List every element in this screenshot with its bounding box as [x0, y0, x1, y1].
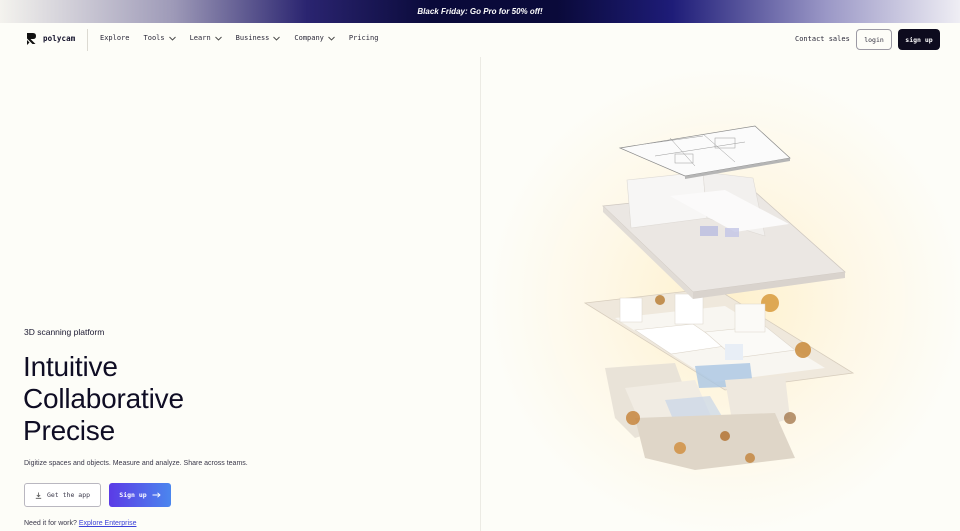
nav-item-label: Business: [235, 34, 270, 42]
3d-floor-plan-scan: [583, 125, 855, 470]
logo[interactable]: polycam: [26, 32, 75, 45]
contact-sales-link[interactable]: Contact sales: [795, 35, 850, 43]
nav-item-learn[interactable]: Learn: [190, 34, 222, 42]
top-navigation: polycam Explore Tools Learn Business Com…: [0, 23, 960, 57]
headline-line: Precise: [23, 415, 115, 446]
hero-signup-button[interactable]: Sign up: [109, 483, 171, 507]
chevron-down-icon: [328, 36, 335, 41]
polycam-logo-icon: [27, 33, 36, 45]
login-button[interactable]: login: [856, 29, 892, 50]
top-floor-plan: [618, 125, 791, 179]
hero-divider: [480, 57, 481, 531]
hero-signup-label: Sign up: [119, 491, 147, 499]
arrow-right-icon: [152, 492, 161, 498]
nav-item-company[interactable]: Company: [294, 34, 335, 42]
nav-item-pricing[interactable]: Pricing: [349, 34, 379, 42]
hero-headline: Intuitive Collaborative Precise: [23, 351, 184, 447]
nav-item-business[interactable]: Business: [236, 34, 281, 42]
headline-line: Collaborative: [23, 383, 184, 414]
middle-floor-slab: [602, 171, 846, 299]
explore-enterprise-link[interactable]: Explore Enterprise: [79, 520, 137, 527]
nav-item-label: Tools: [143, 34, 165, 42]
nav-item-label: Explore: [100, 34, 130, 42]
enterprise-prompt: Need it for work? Explore Enterprise: [24, 520, 136, 527]
get-the-app-label: Get the app: [46, 491, 91, 499]
nav-item-explore[interactable]: Explore: [100, 34, 130, 42]
lower-floor-scan: [583, 287, 855, 470]
nav-links: Explore Tools Learn Business Company Pri…: [100, 34, 378, 42]
headline-line: Intuitive: [23, 351, 118, 382]
nav-item-label: Company: [294, 34, 324, 42]
promo-banner[interactable]: Black Friday: Go Pro for 50% off!: [0, 0, 960, 23]
work-prompt-text: Need it for work?: [24, 520, 77, 527]
nav-item-label: Pricing: [348, 34, 379, 42]
promo-text[interactable]: Black Friday: Go Pro for 50% off!: [417, 7, 542, 16]
hero-subtitle: Digitize spaces and objects. Measure and…: [24, 460, 248, 467]
chevron-down-icon: [273, 36, 281, 41]
nav-signup-button[interactable]: sign up: [898, 29, 940, 50]
chevron-down-icon: [214, 36, 222, 41]
download-icon: [35, 492, 42, 499]
nav-item-label: Learn: [189, 34, 211, 42]
nav-item-tools[interactable]: Tools: [144, 34, 176, 42]
hero-eyebrow: 3D scanning platform: [24, 327, 105, 337]
chevron-down-icon: [168, 36, 176, 41]
nav-divider: [87, 29, 88, 51]
get-the-app-button[interactable]: Get the app: [24, 483, 101, 507]
logo-text: polycam: [43, 34, 76, 43]
